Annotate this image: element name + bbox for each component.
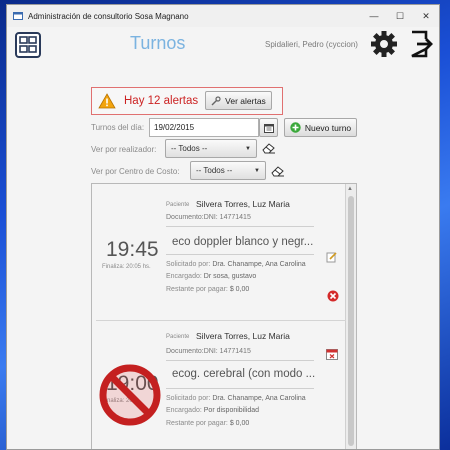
chevron-down-icon: ▼ bbox=[245, 145, 251, 152]
appointment-card[interactable]: Paciente Silvera Torres, Luz Maria Docum… bbox=[92, 184, 346, 316]
requested-value: Dra. Chanampe, Ana Carolina bbox=[212, 395, 306, 402]
new-appointment-label: Nuevo turno bbox=[304, 122, 352, 133]
date-field[interactable]: 19/02/2015 bbox=[149, 118, 259, 137]
assigned-to: Encargado: Por disponibilidad bbox=[166, 407, 259, 414]
pending-label: Restante por pagar: bbox=[166, 286, 228, 293]
pending-payment: Restante por pagar: $ 0,00 bbox=[166, 420, 249, 427]
eraser-icon[interactable] bbox=[262, 142, 276, 154]
chevron-down-icon: ▼ bbox=[254, 167, 260, 174]
close-button[interactable]: ✕ bbox=[413, 5, 439, 27]
divider bbox=[166, 226, 314, 227]
alerts-panel: Hay 12 alertas Ver alertas bbox=[91, 87, 283, 115]
gear-icon[interactable] bbox=[370, 30, 398, 58]
title-bar: Administración de consultorio Sosa Magna… bbox=[7, 5, 439, 27]
requested-by: Solicitado por: Dra. Chanampe, Ana Carol… bbox=[166, 395, 306, 402]
menu-grid-icon[interactable] bbox=[15, 32, 41, 58]
cost-center-value: -- Todos -- bbox=[196, 166, 233, 175]
finish-time: Finaliza: 20:05 hs. bbox=[102, 264, 151, 270]
view-alerts-label: Ver alertas bbox=[225, 95, 266, 106]
pending-value: $ 0,00 bbox=[229, 286, 250, 293]
minimize-button[interactable]: — bbox=[361, 5, 387, 27]
calendar-cancel-icon[interactable] bbox=[326, 348, 338, 360]
edit-icon[interactable] bbox=[326, 251, 338, 263]
header: Turnos Spidalieri, Pedro (cyccion) bbox=[7, 27, 439, 65]
calendar-button[interactable] bbox=[259, 118, 278, 137]
page-title: Turnos bbox=[130, 33, 186, 53]
add-icon bbox=[290, 122, 301, 133]
divider bbox=[166, 254, 314, 255]
patient-name: Silvera Torres, Luz Maria bbox=[196, 331, 290, 341]
app-icon bbox=[13, 12, 23, 20]
assigned-label: Encargado: bbox=[166, 273, 202, 280]
performer-select[interactable]: -- Todos -- ▼ bbox=[165, 139, 257, 158]
requested-label: Solicitado por: bbox=[166, 261, 211, 268]
date-label: Turnos del día: bbox=[91, 123, 145, 132]
scrollbar-thumb[interactable] bbox=[348, 196, 354, 446]
patient-label: Paciente bbox=[166, 202, 190, 208]
requested-value: Dra. Chanampe, Ana Carolina bbox=[212, 261, 306, 268]
assigned-label: Encargado: bbox=[166, 407, 202, 414]
view-alerts-button[interactable]: Ver alertas bbox=[205, 91, 272, 110]
patient-document: Documento:DNI: 14771415 bbox=[166, 348, 251, 355]
appointments-list[interactable]: ▲ Paciente Silvera Torres, Luz Maria Doc… bbox=[91, 183, 357, 449]
wrench-icon bbox=[211, 95, 221, 105]
patient-document: Documento:DNI: 14771415 bbox=[166, 214, 251, 221]
main-window: Administración de consultorio Sosa Magna… bbox=[6, 4, 440, 450]
warning-icon bbox=[98, 93, 116, 109]
study-name: ecog. cerebral (con modo ... bbox=[172, 368, 316, 380]
requested-by: Solicitado por: Dra. Chanampe, Ana Carol… bbox=[166, 261, 306, 268]
eraser-icon[interactable] bbox=[271, 165, 285, 177]
delete-icon[interactable] bbox=[327, 290, 339, 302]
window-title: Administración de consultorio Sosa Magna… bbox=[28, 11, 189, 21]
performer-value: -- Todos -- bbox=[171, 144, 208, 153]
patient-label: Paciente bbox=[166, 334, 190, 340]
maximize-button[interactable]: ☐ bbox=[387, 5, 413, 27]
card-separator bbox=[96, 320, 346, 321]
logout-icon[interactable] bbox=[409, 30, 435, 58]
requested-label: Solicitado por: bbox=[166, 395, 211, 402]
user-name: Spidalieri, Pedro (cyccion) bbox=[265, 40, 358, 49]
pending-value: $ 0,00 bbox=[229, 420, 250, 427]
scroll-up-icon[interactable]: ▲ bbox=[347, 186, 353, 192]
appointment-time: 19:45 bbox=[106, 238, 159, 261]
divider bbox=[166, 360, 314, 361]
assigned-to: Encargado: Dr sosa, gustavo bbox=[166, 273, 256, 280]
scrollbar[interactable]: ▲ bbox=[345, 184, 356, 449]
cost-center-select[interactable]: -- Todos -- ▼ bbox=[190, 161, 266, 180]
alerts-count-text: Hay 12 alertas bbox=[124, 95, 199, 107]
performer-label: Ver por realizador: bbox=[91, 145, 157, 154]
calendar-icon bbox=[263, 123, 274, 133]
study-name: eco doppler blanco y negr... bbox=[172, 236, 314, 248]
new-appointment-button[interactable]: Nuevo turno bbox=[284, 118, 357, 137]
pending-label: Restante por pagar: bbox=[166, 420, 228, 427]
appointment-card[interactable]: Paciente Silvera Torres, Luz Maria Docum… bbox=[92, 320, 346, 449]
pending-payment: Restante por pagar: $ 0,00 bbox=[166, 286, 249, 293]
patient-name: Silvera Torres, Luz Maria bbox=[196, 199, 290, 209]
divider bbox=[166, 388, 314, 389]
assigned-value: Por disponibilidad bbox=[203, 407, 260, 414]
assigned-value: Dr sosa, gustavo bbox=[203, 273, 257, 280]
cost-center-label: Ver por Centro de Costo: bbox=[91, 167, 180, 176]
cancelled-icon bbox=[99, 364, 161, 426]
